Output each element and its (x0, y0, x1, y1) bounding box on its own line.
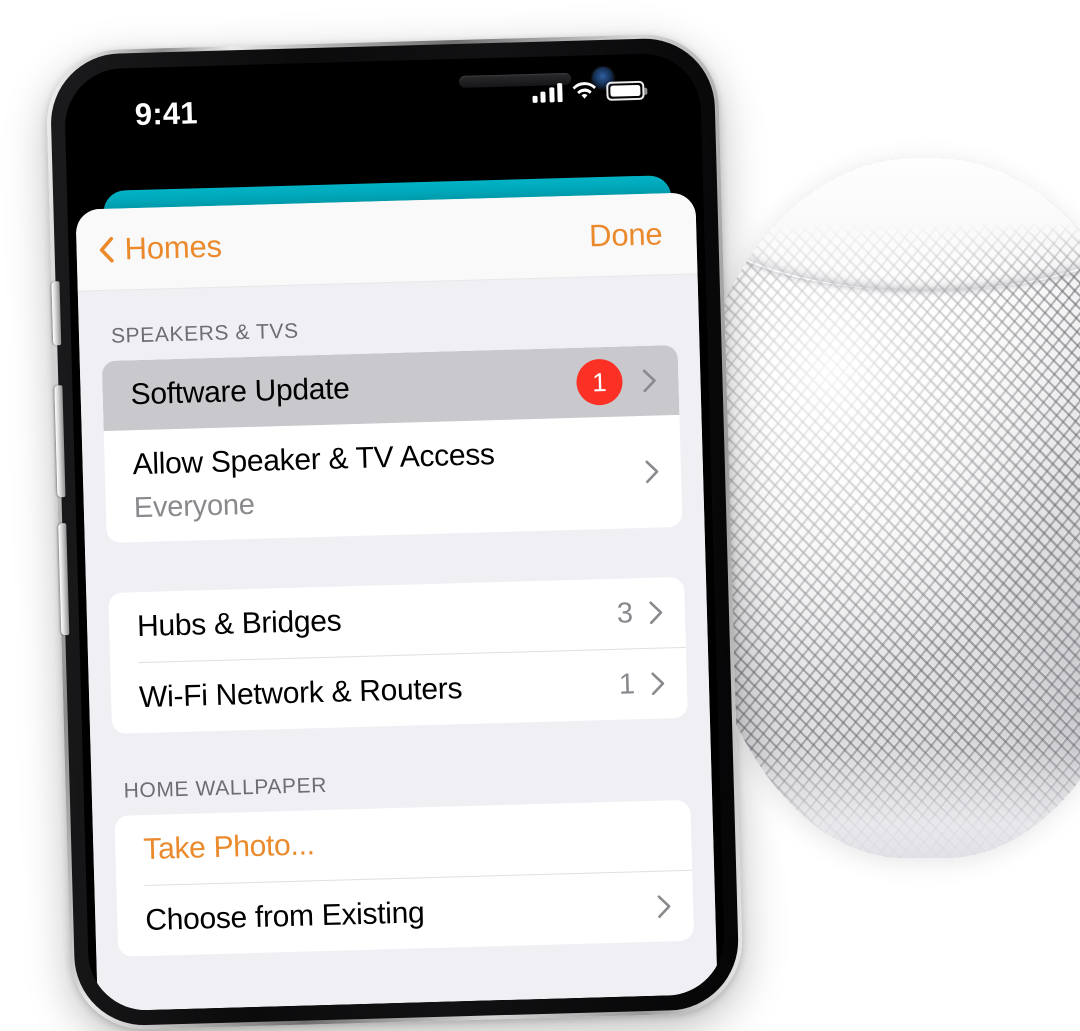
notch (246, 57, 615, 107)
chevron-right-icon (645, 460, 659, 484)
row-choose-from-existing[interactable]: Choose from Existing (116, 871, 694, 957)
row-value: 1 (618, 667, 636, 701)
row-subtitle: Everyone (133, 488, 256, 524)
row-value: 3 (616, 596, 634, 630)
volume-down-button[interactable] (58, 523, 70, 636)
status-badge: 1 (575, 358, 624, 406)
mute-switch-button[interactable] (51, 281, 62, 346)
row-text-column: Allow Speaker & TV Access Everyone (132, 433, 646, 524)
phone-screen: 9:41 Homes Done SPEAKERS & TVS Software … (63, 52, 726, 1012)
status-bar: 9:41 (64, 52, 702, 166)
row-title: Choose from Existing (144, 896, 425, 938)
status-bar-time: 9:41 (134, 95, 199, 133)
phone-bezel: 9:41 Homes Done SPEAKERS & TVS Software … (49, 36, 741, 1028)
row-title: Take Photo... (142, 828, 315, 867)
iphone-device: 9:41 Homes Done SPEAKERS & TVS Software … (33, 18, 760, 1031)
settings-list[interactable]: SPEAKERS & TVS Software Update 1 Allow S… (77, 274, 718, 1012)
row-allow-speaker-tv-access[interactable]: Allow Speaker & TV Access Everyone (104, 415, 683, 543)
volume-up-button[interactable] (54, 385, 66, 498)
row-title: Wi-Fi Network & Routers (138, 672, 463, 715)
battery-icon (606, 80, 645, 101)
status-bar-indicators (531, 80, 645, 103)
back-button[interactable]: Homes (98, 228, 222, 267)
chevron-right-icon (649, 601, 663, 625)
settings-group-wallpaper: Take Photo... Choose from Existing (114, 799, 695, 957)
signal-bars-icon (531, 82, 563, 103)
wifi-icon (572, 82, 596, 99)
settings-group-speakers: Software Update 1 Allow Speaker & TV Acc… (101, 344, 683, 543)
chevron-right-icon (642, 369, 656, 393)
settings-group-network: Hubs & Bridges 3 Wi-Fi Network & Routers (108, 576, 688, 734)
row-title: Software Update (130, 372, 351, 412)
phone-frame: 9:41 Homes Done SPEAKERS & TVS Software … (45, 32, 745, 1031)
back-button-label: Homes (124, 228, 223, 266)
home-settings-sheet: Homes Done SPEAKERS & TVS Software Updat… (75, 192, 718, 1012)
scene: 9:41 Homes Done SPEAKERS & TVS Software … (0, 0, 1080, 1031)
chevron-right-icon (657, 895, 671, 918)
chevron-left-icon (99, 236, 114, 263)
chevron-right-icon (651, 672, 665, 696)
row-title: Allow Speaker & TV Access (132, 437, 496, 481)
done-button[interactable]: Done (589, 216, 663, 254)
row-title: Hubs & Bridges (136, 604, 342, 644)
